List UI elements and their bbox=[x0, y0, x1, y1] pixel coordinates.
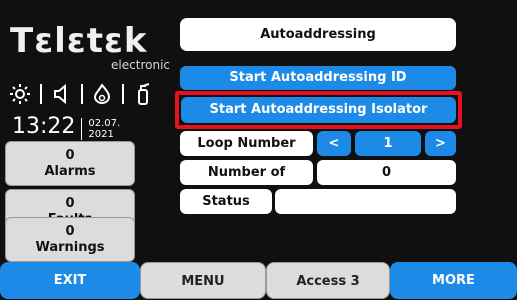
more-button[interactable]: MORE bbox=[390, 262, 517, 299]
speaker-icon bbox=[53, 80, 77, 104]
status-icons-row bbox=[10, 80, 170, 105]
status-label: Status bbox=[180, 189, 272, 214]
number-of-devices-value: 0 bbox=[317, 160, 456, 185]
warnings-counter-button-face[interactable]: 0 Warnings bbox=[5, 217, 135, 262]
alarms-counter-button[interactable]: 0 Alarms bbox=[5, 141, 135, 186]
menu-button[interactable]: MENU bbox=[140, 262, 266, 299]
logo-subtitle: electronic bbox=[111, 58, 170, 72]
fire-icon bbox=[93, 80, 117, 104]
exit-button[interactable]: EXIT bbox=[0, 262, 140, 299]
loop-prev-button[interactable]: < bbox=[317, 131, 351, 156]
status-value bbox=[275, 189, 456, 214]
number-of-devices-label: Number of Devices bbox=[180, 160, 313, 205]
faults-count: 0 bbox=[65, 196, 75, 211]
teletek-logo: Τεlεtεk bbox=[10, 21, 148, 61]
clock-time: 13:22 bbox=[12, 114, 76, 139]
warnings-count: 0 bbox=[65, 224, 75, 239]
loop-next-button[interactable]: > bbox=[425, 131, 456, 156]
clock-date-line2: 2021 bbox=[88, 128, 114, 140]
access-level-button[interactable]: Access 3 bbox=[266, 262, 390, 299]
page-title: Autoaddressing bbox=[180, 18, 456, 51]
warnings-label: Warnings bbox=[35, 240, 105, 255]
fire-extinguisher-icon bbox=[134, 80, 152, 105]
alarms-count: 0 bbox=[65, 148, 75, 163]
loop-number-value: 1 bbox=[355, 131, 421, 156]
clock-date-line1: 02.07. bbox=[88, 117, 121, 129]
start-autoaddressing-id-button[interactable]: Start Autoaddressing ID bbox=[180, 66, 456, 90]
loop-number-label: Loop Number bbox=[180, 131, 313, 156]
alarms-label: Alarms bbox=[44, 164, 96, 179]
start-autoaddressing-isolator-button[interactable]: Start Autoaddressing Isolator bbox=[181, 97, 456, 123]
clock-date: 02.07. 2021 bbox=[88, 118, 120, 140]
sun-icon bbox=[10, 80, 36, 104]
clock: 13:22 02.07. 2021 bbox=[12, 114, 172, 140]
